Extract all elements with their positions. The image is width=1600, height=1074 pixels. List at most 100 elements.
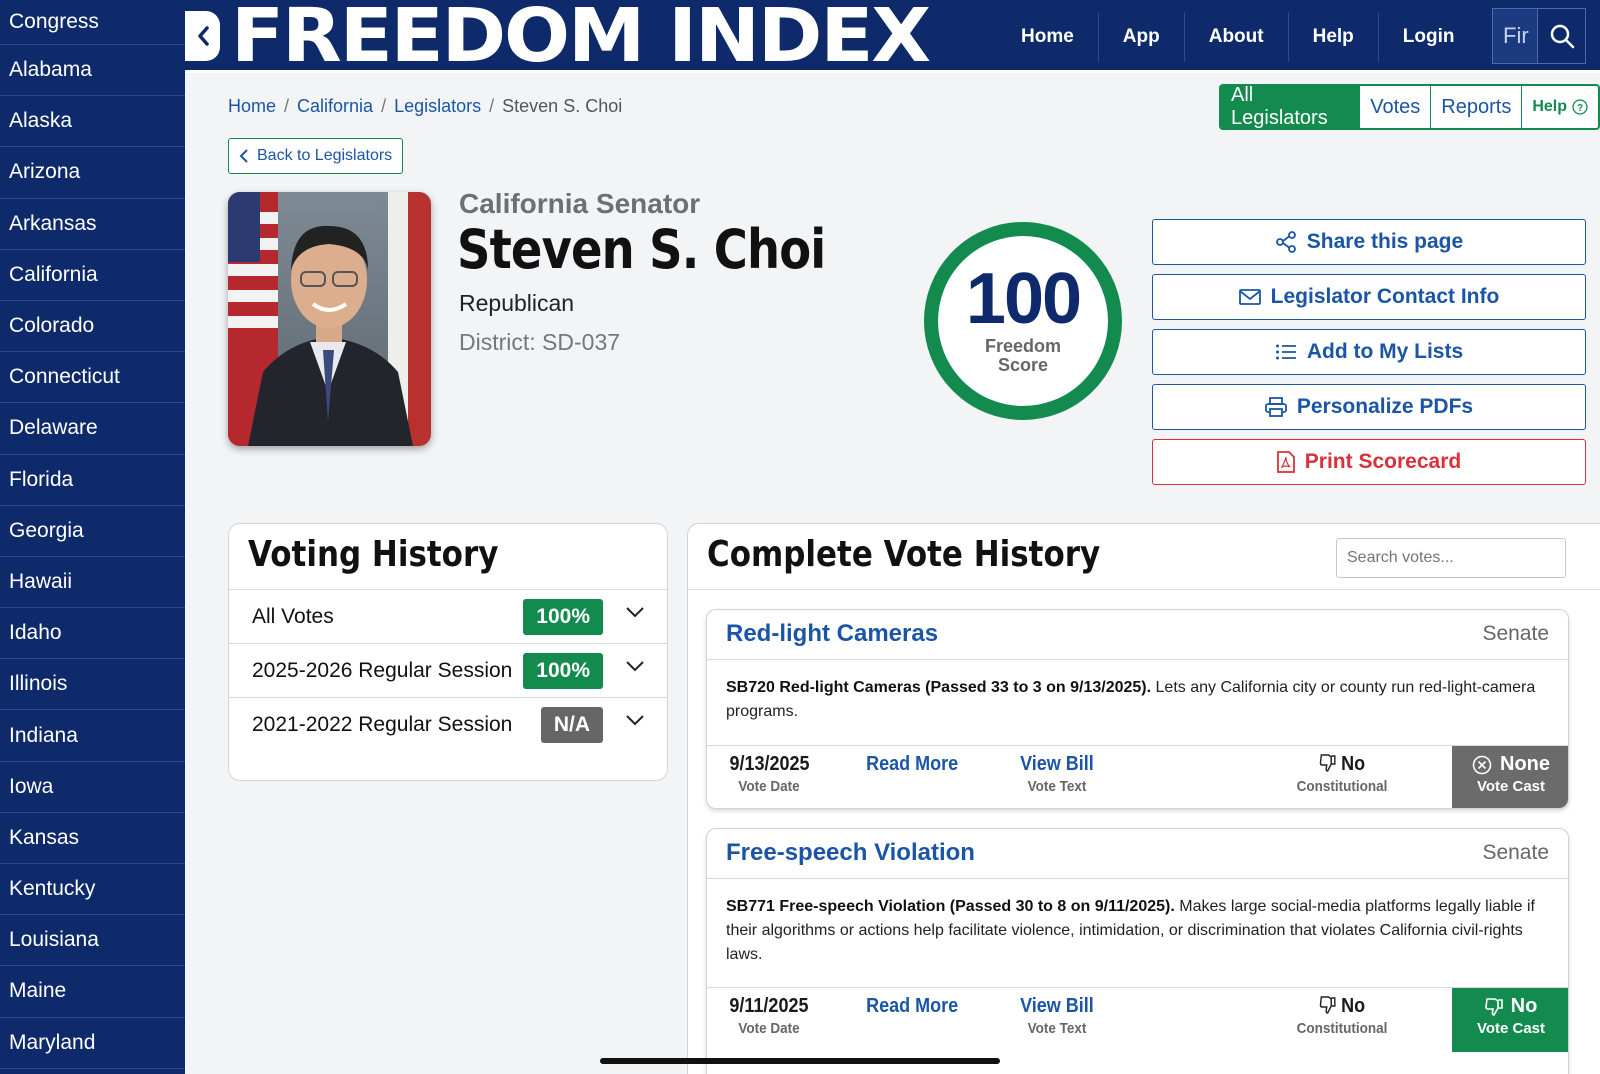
divider xyxy=(707,878,1568,879)
share-icon xyxy=(1275,231,1296,253)
sidebar-item-colorado[interactable]: Colorado xyxy=(0,301,185,353)
nav-login[interactable]: Login xyxy=(1377,11,1479,62)
divider xyxy=(688,589,1600,590)
collapse-sidebar-button[interactable] xyxy=(185,11,220,61)
sidebar-item-california[interactable]: California xyxy=(0,250,185,301)
voting-history-row-label: All Votes xyxy=(252,604,334,628)
divider xyxy=(707,659,1568,660)
personalize-pdfs-label: Personalize PDFs xyxy=(1296,395,1474,418)
tab-help[interactable]: Help ? xyxy=(1521,86,1598,128)
search-button[interactable] xyxy=(1537,9,1585,63)
sidebar-item-iowa[interactable]: Iowa xyxy=(0,762,185,813)
score-badge: 100% xyxy=(523,598,603,635)
sidebar-item-kansas[interactable]: Kansas xyxy=(0,813,185,864)
vote-description: SB771 Free-speech Violation (Passed 30 t… xyxy=(726,895,1541,967)
print-scorecard-label: Print Scorecard xyxy=(1304,450,1462,473)
view-bill-col: View Bill Vote Text xyxy=(1007,753,1107,795)
voting-history-panel: Voting History All Votes 100% 2025-2026 … xyxy=(228,523,668,781)
section-tabs: All Legislators Votes Reports Help ? xyxy=(1219,84,1600,130)
voting-history-row-2025[interactable]: 2025-2026 Regular Session 100% xyxy=(229,643,667,697)
vote-date-col: 9/13/2025 Vote Date xyxy=(723,753,815,795)
sidebar-item-louisiana[interactable]: Louisiana xyxy=(0,915,185,967)
sidebar-item-delaware[interactable]: Delaware xyxy=(0,403,185,455)
svg-text:?: ? xyxy=(1577,103,1583,114)
breadcrumb-california[interactable]: California xyxy=(297,96,373,117)
portrait-image xyxy=(228,192,431,446)
sidebar-item-kentucky[interactable]: Kentucky xyxy=(0,864,185,916)
sidebar-item-maine[interactable]: Maine xyxy=(0,966,185,1018)
chevron-down-icon xyxy=(626,715,644,726)
sidebar-item-alaska[interactable]: Alaska xyxy=(0,96,185,148)
constitutional-text: No xyxy=(1340,995,1365,1017)
sidebar-item-maryland[interactable]: Maryland xyxy=(0,1018,185,1069)
vote-text-link[interactable]: Vote Text xyxy=(1012,1020,1102,1037)
sidebar-item-idaho[interactable]: Idaho xyxy=(0,608,185,660)
constitutional-col: No Constitutional xyxy=(1287,753,1397,795)
sidebar-item-illinois[interactable]: Illinois xyxy=(0,659,185,711)
vote-cast-label: Vote Cast xyxy=(1476,778,1546,795)
tab-votes[interactable]: Votes xyxy=(1359,86,1430,128)
tab-help-label: Help xyxy=(1532,98,1567,115)
main-nav: Home App About Help Login xyxy=(997,0,1479,73)
read-more-col: Read More xyxy=(857,753,967,776)
sidebar-item-arizona[interactable]: Arizona xyxy=(0,147,185,199)
sidebar-item-arkansas[interactable]: Arkansas xyxy=(0,199,185,250)
add-to-lists-label: Add to My Lists xyxy=(1306,340,1464,363)
sidebar-item-hawaii[interactable]: Hawaii xyxy=(0,557,185,609)
score-badge: N/A xyxy=(540,706,603,743)
voting-history-row-all[interactable]: All Votes 100% xyxy=(229,589,667,643)
vote-date: 9/13/2025 xyxy=(728,753,810,775)
header-search-input[interactable] xyxy=(1493,9,1537,63)
sidebar-item-indiana[interactable]: Indiana xyxy=(0,710,185,762)
legislator-name: Steven S. Choi xyxy=(457,218,826,281)
score-badge: 100% xyxy=(523,652,603,689)
printer-icon xyxy=(1264,397,1287,417)
voting-history-row-2021[interactable]: 2021-2022 Regular Session N/A xyxy=(229,697,667,751)
print-scorecard-button[interactable]: Print Scorecard xyxy=(1152,439,1586,485)
vote-title-link[interactable]: Red-light Cameras xyxy=(726,620,938,648)
breadcrumb-legislators[interactable]: Legislators xyxy=(394,96,481,117)
voting-history-row-label: 2021-2022 Regular Session xyxy=(252,712,513,736)
share-page-button[interactable]: Share this page xyxy=(1152,219,1586,265)
sidebar-item-alabama[interactable]: Alabama xyxy=(0,45,185,97)
sidebar-item-connecticut[interactable]: Connecticut xyxy=(0,352,185,404)
contact-info-button[interactable]: Legislator Contact Info xyxy=(1152,274,1586,320)
nav-help[interactable]: Help xyxy=(1287,11,1378,62)
view-bill-link[interactable]: View Bill xyxy=(1020,995,1094,1018)
vote-date-label: Vote Date xyxy=(738,1020,800,1037)
sidebar-item-georgia[interactable]: Georgia xyxy=(0,506,185,557)
vote-title-link[interactable]: Free-speech Violation xyxy=(726,839,975,867)
vote-footer: 9/13/2025 Vote Date Read More View Bill … xyxy=(707,745,1568,808)
add-to-lists-button[interactable]: Add to My Lists xyxy=(1152,329,1586,375)
x-circle-icon xyxy=(1472,755,1492,774)
read-more-link[interactable]: Read More xyxy=(866,995,958,1018)
tab-reports[interactable]: Reports xyxy=(1430,86,1521,128)
contact-info-label: Legislator Contact Info xyxy=(1270,285,1500,308)
back-to-legislators-button[interactable]: Back to Legislators xyxy=(228,138,403,174)
view-bill-link[interactable]: View Bill xyxy=(1020,753,1094,776)
constitutional-text: No xyxy=(1340,753,1365,775)
thumbs-down-icon xyxy=(1484,997,1503,1016)
constitutional-value: No xyxy=(1319,753,1365,776)
nav-home[interactable]: Home xyxy=(997,12,1098,62)
voting-history-row-label: 2025-2026 Regular Session xyxy=(252,658,513,682)
nav-app[interactable]: App xyxy=(1097,11,1184,62)
constitutional-label: Constitutional xyxy=(1296,1020,1388,1037)
breadcrumb-home[interactable]: Home xyxy=(228,96,276,117)
chevron-left-icon xyxy=(239,149,248,163)
constitutional-col: No Constitutional xyxy=(1287,995,1397,1037)
chevron-down-icon xyxy=(626,607,644,618)
app-root: Congress Alabama Alaska Arizona Arkansas… xyxy=(0,0,1600,1074)
chevron-down-icon xyxy=(626,661,644,672)
sidebar-item-florida[interactable]: Florida xyxy=(0,455,185,506)
sidebar-item-congress[interactable]: Congress xyxy=(0,0,185,45)
personalize-pdfs-button[interactable]: Personalize PDFs xyxy=(1152,384,1586,430)
vote-date-label: Vote Date xyxy=(738,778,800,795)
nav-about[interactable]: About xyxy=(1183,11,1288,62)
tab-all-legislators[interactable]: All Legislators xyxy=(1221,86,1360,128)
vote-text-link[interactable]: Vote Text xyxy=(1012,778,1102,795)
constitutional-value: No xyxy=(1319,995,1365,1018)
read-more-link[interactable]: Read More xyxy=(866,753,958,776)
search-votes-input[interactable] xyxy=(1336,538,1566,578)
freedom-index-logo[interactable]: FREEDOM INDEX xyxy=(231,0,931,76)
